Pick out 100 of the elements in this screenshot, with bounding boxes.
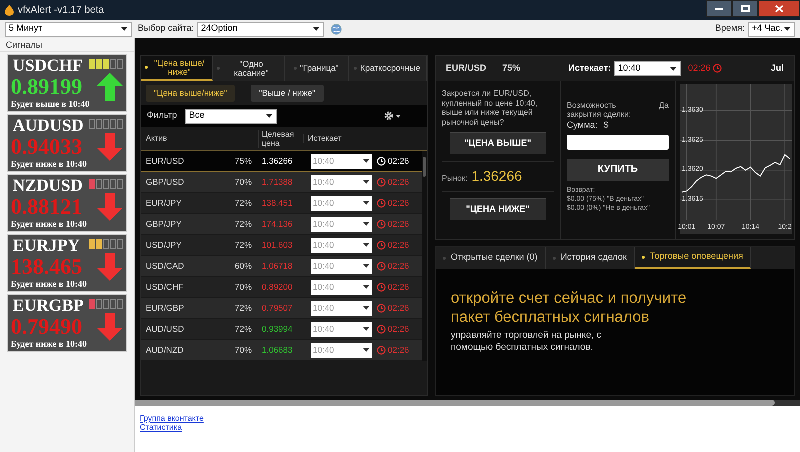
trade-question: Закроется ли EUR/USD, купленный по цене 10:40, выше или ниже текущей рыночной цены? [442,89,539,127]
option-tab[interactable]: "Граница" [285,56,349,81]
table-cell-text: AUD/NZD [146,344,185,356]
panel-tab[interactable]: Торговые оповещения [634,247,752,269]
asset-row[interactable]: AUD/NZD 70% 1.06683 10:40 02:26 [141,340,422,361]
table-cell-text: 60% [234,260,253,272]
signal-note: Будет ниже в 10:40 [11,219,88,230]
countdown-timer: 02:26 [388,218,410,230]
currency-label: $ [604,119,609,132]
subtype-tab[interactable]: "Выше / ниже" [251,84,324,102]
sidebar-title: Сигналы [0,38,134,52]
table-cell-text: 72% [234,238,253,252]
countdown-timer: 02:26 [688,62,711,75]
subtype-tab[interactable]: "Цена выше/ниже" [146,84,236,102]
maximize-button[interactable] [732,0,758,17]
caret-icon [121,27,128,31]
buy-button[interactable]: КУПИТЬ [567,158,669,180]
settings-menu[interactable] [384,111,401,121]
text-link[interactable]: Группа вконтакте [140,414,204,423]
clock-icon [712,64,722,73]
arrow-down-icon [97,313,123,341]
arrow-down-icon [97,193,123,221]
asset-row[interactable]: GBP/JPY 72% 174.136 10:40 02:26 [141,214,422,235]
countdown-timer: 02:26 [388,280,410,294]
caret-icon [363,159,370,163]
amount-label: Сумма: [567,119,598,132]
period-select[interactable]: 5 Минут [5,22,132,36]
table-cell-text: 70% [234,280,253,294]
table-cell-text: 174.136 [261,218,294,230]
date-label: Jul [770,62,784,75]
amount-field[interactable] [567,134,669,150]
asset-row[interactable]: USD/JPY 72% 101.603 10:40 02:26 [141,235,422,256]
asset-row[interactable]: USD/CAD 60% 1.06718 10:40 02:26 [141,256,422,277]
table-cell-text: 72% [234,322,253,336]
clock-icon [377,156,386,166]
countdown-timer: 02:26 [388,302,410,314]
globe-icon[interactable] [331,24,342,34]
horizontal-scrollbar[interactable] [135,400,800,406]
caret-icon [363,348,370,352]
asset-row[interactable]: USD/CHF 70% 0.89200 10:40 02:26 [141,277,422,298]
pair-name: AUDUSD [12,116,84,135]
clock-icon [377,220,386,228]
signal-price: 0.88121 [11,195,82,219]
arrow-down-icon [97,133,123,161]
caret-icon [363,201,370,205]
clock-icon [377,240,386,250]
clock-icon [377,178,386,186]
site-select[interactable]: 24Option [197,22,324,36]
maximize-icon [740,5,750,12]
expiry-select[interactable]: 10:40 [614,61,682,76]
caret-icon [363,327,370,331]
option-tab[interactable]: "Цена выше/ ниже" [141,56,213,81]
signal-price: 0.79490 [11,315,82,339]
scrollbar[interactable] [422,151,427,361]
call-button[interactable]: "ЦЕНА ВЫШЕ" [450,132,546,154]
market-price: 1.36266 [472,167,522,186]
clock-icon [377,304,386,312]
asset-row[interactable]: AUD/USD 72% 0.93994 10:40 02:26 [141,319,422,340]
table-cell-text: 72% [234,302,253,314]
asset-row[interactable]: EUR/USD 75% 1.36266 10:40 02:26 [141,151,422,172]
close-button[interactable] [758,0,800,17]
table-cell-text: 1.36266 [261,154,294,168]
countdown-timer: 02:26 [388,260,410,272]
minimize-button[interactable] [706,0,732,17]
table-cell-text: 1.71388 [261,176,294,188]
filter-select[interactable]: Все [185,108,278,124]
asset-row[interactable]: EUR/GBP 72% 0.79507 10:40 02:26 [141,298,422,319]
option-tab[interactable]: "Одно касание" [213,56,285,81]
option-tab[interactable]: Краткосрочные [349,56,427,81]
asset-row[interactable]: EUR/JPY 72% 138.451 10:40 02:26 [141,193,422,214]
text-link[interactable]: Статистика [140,423,182,432]
caret-icon [363,264,370,268]
table-cell-text: 0.79507 [261,302,294,314]
table-cell-text: USD/JPY [146,238,183,252]
timezone-select[interactable]: +4 Час. [748,22,795,36]
caret-icon [784,27,791,31]
trade-asset: EUR/USD [446,62,487,75]
countdown-timer: 02:26 [388,322,410,336]
table-cell-text: EUR/GBP [146,302,186,314]
pair-name: USDCHF [12,56,83,75]
clock-icon [377,282,386,292]
table-cell-text: 70% [234,176,253,188]
panel-tab[interactable]: Открытые сделки (0) [436,247,546,269]
asset-row[interactable]: GBP/USD 70% 1.71388 10:40 02:26 [141,172,422,193]
table-cell-text: 72% [234,196,253,210]
put-button[interactable]: "ЦЕНА НИЖЕ" [450,198,546,220]
app-icon [5,4,14,16]
signal-note: Будет ниже в 10:40 [11,159,88,170]
table-cell-text: 138.451 [261,196,294,210]
clock-icon [377,346,386,354]
strength-meter [89,119,123,129]
table-cell-text: AUD/USD [146,322,186,336]
table-cell-text: 1.06718 [261,260,294,272]
signal-price: 0.89199 [11,75,82,99]
table-cell-text: EUR/USD [146,154,186,168]
close-icon [774,4,784,12]
column-header: Актив [146,134,168,143]
market-label: Рынок: [442,173,468,185]
signal-note: Будет ниже в 10:40 [11,339,88,350]
table-cell-text: 101.603 [261,238,294,252]
